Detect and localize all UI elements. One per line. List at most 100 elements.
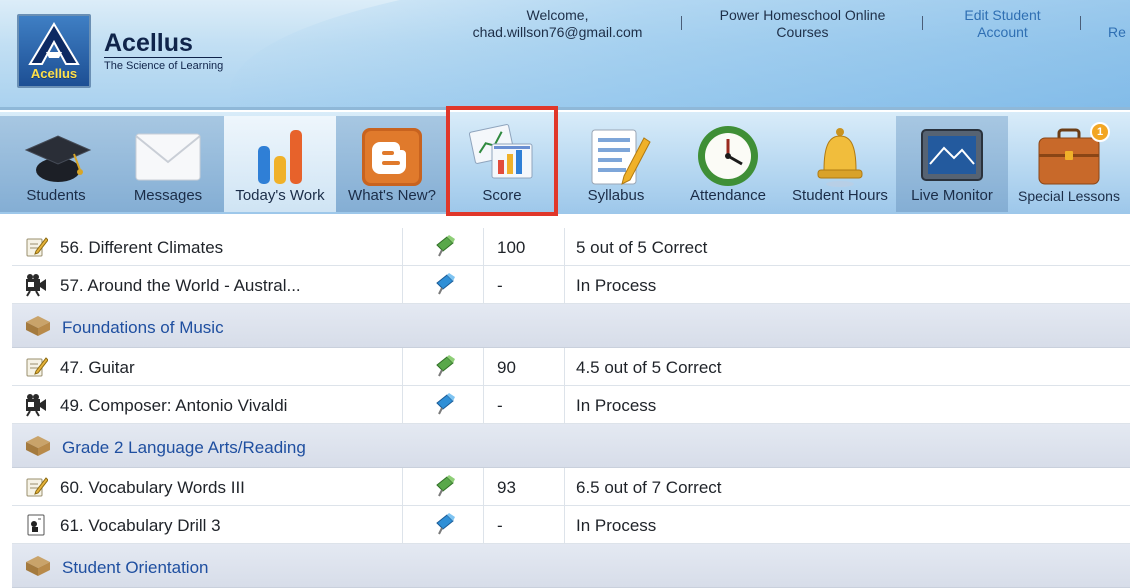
lesson-score-cell: - <box>484 386 565 423</box>
lesson-name-cell: 61. Vocabulary Drill 3 <box>12 506 403 543</box>
lesson-score-cell: 93 <box>484 468 565 505</box>
course-title[interactable]: Student Orientation <box>62 558 208 578</box>
truncated-header-link[interactable]: Re <box>1108 24 1130 41</box>
syllabus-icon <box>591 129 651 185</box>
course-title[interactable]: Grade 2 Language Arts/Reading <box>62 438 306 458</box>
logo-word: Acellus <box>30 66 78 81</box>
toolbar-students-label: Students <box>26 187 86 204</box>
toolbar-live-monitor-label: Live Monitor <box>911 187 993 204</box>
lesson-status: 6.5 out of 7 Correct <box>576 478 722 497</box>
clock-icon <box>698 126 758 186</box>
main-toolbar: Students Messages Today's Work What's Ne… <box>0 106 1130 216</box>
lesson-name[interactable]: 61. Vocabulary Drill 3 <box>60 516 221 536</box>
acellus-logo[interactable]: Acellus <box>17 14 91 88</box>
blue-flag-icon <box>433 271 457 295</box>
score-charts-icon <box>468 124 533 179</box>
toolbar-whats-new-label: What's New? <box>348 187 436 204</box>
edit-link-line1: Edit Student <box>964 7 1041 23</box>
lesson-score: - <box>497 396 503 415</box>
lesson-score-cell: 90 <box>484 348 565 385</box>
toolbar-students[interactable]: Students <box>0 116 112 212</box>
lesson-flag-cell <box>403 348 484 385</box>
lesson-status-cell: In Process <box>565 506 1130 543</box>
toolbar-messages[interactable]: Messages <box>112 116 224 212</box>
toolbar-todays-work-label: Today's Work <box>235 187 325 204</box>
toolbar-special-lessons[interactable]: 1 Special Lessons <box>1008 116 1130 212</box>
quiz-icon <box>24 355 49 379</box>
lesson-row[interactable]: 60. Vocabulary Words III 93 6.5 out of 7 C… <box>12 468 1130 506</box>
school-name-line2: Courses <box>776 24 829 40</box>
lesson-name-cell: 57. Around the World - Austral... <box>12 266 403 303</box>
lesson-row[interactable]: 56. Different Climates 100 5 out of 5 Corr… <box>12 228 1130 266</box>
course-box-icon <box>24 314 52 336</box>
lesson-status-cell: In Process <box>565 266 1130 303</box>
lesson-row[interactable]: 47. Guitar 90 4.5 out of 5 Correct <box>12 348 1130 386</box>
lesson-name[interactable]: 57. Around the World - Austral... <box>60 276 301 296</box>
toolbar-student-hours-label: Student Hours <box>792 187 888 204</box>
blue-flag-icon <box>433 511 457 535</box>
lesson-name[interactable]: 56. Different Climates <box>60 238 223 258</box>
lesson-name-cell: 60. Vocabulary Words III <box>12 468 403 505</box>
toolbar-attendance[interactable]: Attendance <box>672 116 784 212</box>
lesson-name[interactable]: 47. Guitar <box>60 358 135 378</box>
toolbar-score[interactable]: Score <box>446 106 558 216</box>
green-flag-icon <box>433 473 457 497</box>
lesson-flag-cell <box>403 506 484 543</box>
toolbar-attendance-label: Attendance <box>690 187 766 204</box>
blogger-icon <box>362 128 422 186</box>
lesson-row[interactable]: 57. Around the World - Austral... - In Pro… <box>12 266 1130 304</box>
lesson-status: 5 out of 5 Correct <box>576 238 708 257</box>
lesson-status-cell: In Process <box>565 386 1130 423</box>
header-divider <box>1080 16 1081 30</box>
quiz-icon <box>24 475 49 499</box>
lesson-score: 100 <box>497 238 526 257</box>
lesson-score: - <box>497 516 503 535</box>
lesson-status: In Process <box>576 516 657 535</box>
welcome-label: Welcome, <box>526 7 589 23</box>
course-group-row[interactable]: Student Orientation <box>12 544 1130 588</box>
blue-flag-icon <box>433 391 457 415</box>
edit-link-line2: Account <box>977 24 1028 40</box>
edit-student-account-link[interactable]: Edit Student Account <box>940 7 1065 41</box>
quiz-icon <box>24 235 49 259</box>
user-email: chad.willson76@gmail.com <box>472 24 643 40</box>
toolbar-score-label: Score <box>482 187 522 204</box>
lesson-status: In Process <box>576 396 657 415</box>
brand-tagline: The Science of Learning <box>104 60 224 72</box>
monitor-icon <box>921 129 983 181</box>
green-flag-icon <box>433 233 457 257</box>
lesson-score: 93 <box>497 478 516 497</box>
lesson-name-cell: 49. Composer: Antonio Vivaldi <box>12 386 403 423</box>
lesson-score: 90 <box>497 358 516 377</box>
toolbar-student-hours[interactable]: Student Hours <box>784 116 896 212</box>
lesson-name[interactable]: 49. Composer: Antonio Vivaldi <box>60 396 287 416</box>
course-box-icon <box>24 554 52 576</box>
toolbar-live-monitor[interactable]: Live Monitor <box>896 116 1008 212</box>
video-icon <box>24 393 48 417</box>
header-divider <box>922 16 923 30</box>
school-name-line1: Power Homeschool Online <box>719 7 886 23</box>
lesson-name[interactable]: 60. Vocabulary Words III <box>60 478 245 498</box>
course-box-icon <box>24 434 52 456</box>
toolbar-todays-work[interactable]: Today's Work <box>224 116 336 212</box>
lesson-flag-cell <box>403 266 484 303</box>
lesson-status-cell: 5 out of 5 Correct <box>565 228 1130 265</box>
toolbar-syllabus[interactable]: Syllabus <box>560 116 672 212</box>
lesson-score-cell: - <box>484 506 565 543</box>
toolbar-special-lessons-label: Special Lessons <box>1018 188 1120 204</box>
toolbar-syllabus-label: Syllabus <box>587 187 645 204</box>
graduation-cap-icon <box>24 135 92 182</box>
lesson-score: - <box>497 276 503 295</box>
course-title[interactable]: Foundations of Music <box>62 318 224 338</box>
lesson-row[interactable]: 49. Composer: Antonio Vivaldi - In Process <box>12 386 1130 424</box>
course-group-row[interactable]: Grade 2 Language Arts/Reading <box>12 424 1130 468</box>
score-table: 56. Different Climates 100 5 out of 5 Corr… <box>12 228 1130 588</box>
course-group-row[interactable]: Foundations of Music <box>12 304 1130 348</box>
toolbar-whats-new[interactable]: What's New? <box>336 116 448 212</box>
lesson-row[interactable]: 61. Vocabulary Drill 3 - In Process <box>12 506 1130 544</box>
lesson-status: 4.5 out of 5 Correct <box>576 358 722 377</box>
acellus-a-icon <box>28 22 80 65</box>
lesson-score-cell: 100 <box>484 228 565 265</box>
lesson-name-cell: 56. Different Climates <box>12 228 403 265</box>
lesson-flag-cell <box>403 386 484 423</box>
